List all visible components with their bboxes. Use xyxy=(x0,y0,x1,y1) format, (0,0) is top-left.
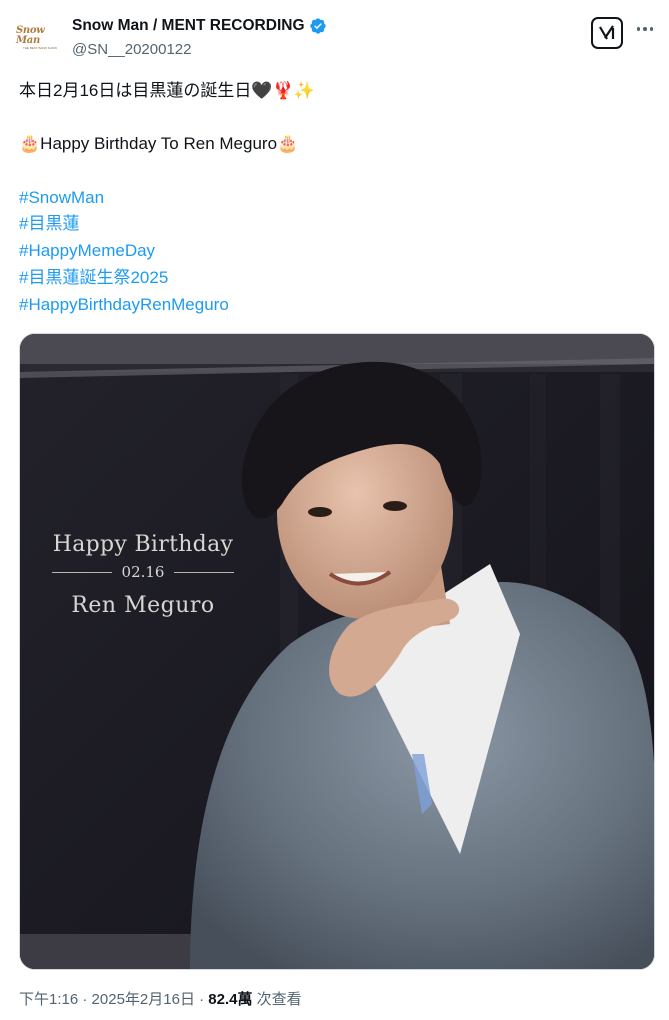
hashtag-link[interactable]: #HappyBirthdayRenMeguro xyxy=(19,292,649,319)
views-count: 82.4萬 xyxy=(208,991,253,1008)
tweet-header: Snow Man THE BEST BAND SHOW Snow Man / M… xyxy=(0,0,669,70)
avatar-logo: Snow Man xyxy=(16,25,45,46)
more-dot xyxy=(636,27,641,31)
divider xyxy=(52,571,112,573)
tweet-text: 本日2月16日は目黒蓮の誕生日🖤🦞✨ 🎂Happy Birthday To Re… xyxy=(19,78,649,318)
tweet-line-birthday: 本日2月16日は目黒蓮の誕生日🖤🦞✨ xyxy=(19,81,315,100)
tweet-photo[interactable]: Happy Birthday 02.16 Ren Meguro xyxy=(19,333,655,970)
hashtag-link[interactable]: #HappyMemeDay xyxy=(19,238,649,265)
avatar[interactable]: Snow Man THE BEST BAND SHOW xyxy=(16,14,64,62)
post-time[interactable]: 下午1:16 xyxy=(19,991,78,1008)
views-label: 次查看 xyxy=(252,991,302,1008)
tweet-line-greeting: 🎂Happy Birthday To Ren Meguro🎂 xyxy=(19,134,299,154)
birthday-overlay: Happy Birthday 02.16 Ren Meguro xyxy=(52,532,235,618)
divider xyxy=(174,571,235,573)
birthday-title: Happy Birthday xyxy=(52,532,234,557)
more-dot xyxy=(643,27,647,31)
avatar-logo-sub: THE BEST BAND SHOW xyxy=(23,46,57,50)
more-icon[interactable] xyxy=(634,18,656,40)
more-dot xyxy=(649,27,654,31)
grok-glyph xyxy=(599,25,615,40)
grok-icon[interactable] xyxy=(591,17,623,49)
birthday-date: 02.16 xyxy=(121,563,165,581)
tweet-meta: 下午1:16 · 2025年2月16日 · 82.4萬 次查看 xyxy=(19,988,302,1009)
display-name[interactable]: Snow Man / MENT RECORDING xyxy=(72,17,305,35)
hashtag-link[interactable]: #目黒蓮誕生祭2025 xyxy=(19,265,649,292)
hashtag-link[interactable]: #SnowMan xyxy=(19,185,649,212)
birthday-date-row: 02.16 xyxy=(52,563,235,581)
name-row: Snow Man / MENT RECORDING xyxy=(72,17,327,35)
meta-separator: · xyxy=(78,991,92,1008)
photo-artwork xyxy=(20,334,654,969)
hashtag-link[interactable]: #目黒蓮 xyxy=(19,211,649,238)
handle[interactable]: @SN__20200122 xyxy=(72,41,192,58)
birthday-name: Ren Meguro xyxy=(71,593,215,618)
verified-badge-icon[interactable] xyxy=(309,17,327,35)
meta-separator: · xyxy=(194,991,209,1008)
post-date[interactable]: 2025年2月16日 xyxy=(92,991,195,1008)
